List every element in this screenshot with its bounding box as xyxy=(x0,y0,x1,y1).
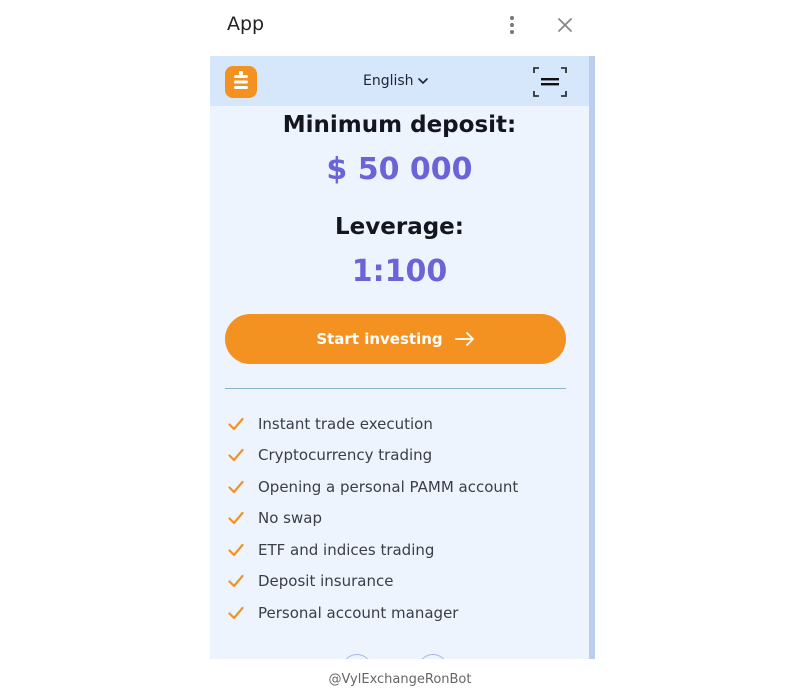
window-title-bar: App xyxy=(210,0,595,56)
check-icon xyxy=(228,417,244,430)
leverage-value: 1:100 xyxy=(351,254,448,289)
feature-text: No swap xyxy=(258,509,322,528)
feature-item: Cryptocurrency trading xyxy=(228,440,518,472)
min-deposit-label: Minimum deposit: xyxy=(282,112,517,138)
feature-item: Deposit insurance xyxy=(228,566,518,598)
feature-item: Instant trade execution xyxy=(228,408,518,440)
check-icon xyxy=(228,543,244,556)
scrollbar[interactable] xyxy=(589,56,595,659)
feature-text: ETF and indices trading xyxy=(258,540,435,559)
arrow-right-icon xyxy=(454,332,474,346)
kebab-menu-icon[interactable] xyxy=(508,14,516,36)
check-icon xyxy=(228,512,244,525)
site-header: English xyxy=(210,56,589,106)
start-investing-button[interactable]: Start investing xyxy=(225,314,566,364)
app-logo-icon[interactable] xyxy=(225,66,257,98)
close-icon[interactable] xyxy=(554,14,576,36)
check-icon xyxy=(228,606,244,619)
leverage-label: Leverage: xyxy=(335,214,464,240)
webview-frame: English Minimum deposit: $ 50 000 Levera… xyxy=(210,56,595,659)
feature-item: ETF and indices trading xyxy=(228,534,518,566)
feature-item: No swap xyxy=(228,503,518,535)
feature-list: Instant trade execution Cryptocurrency t… xyxy=(228,408,518,629)
feature-text: Instant trade execution xyxy=(258,414,433,433)
feature-text: Cryptocurrency trading xyxy=(258,446,433,465)
feature-item: Personal account manager xyxy=(228,597,518,629)
start-investing-label: Start investing xyxy=(316,330,443,348)
divider xyxy=(225,388,566,389)
feature-text: Opening a personal PAMM account xyxy=(258,477,519,496)
scrollbar-thumb[interactable] xyxy=(589,56,595,659)
check-icon xyxy=(228,575,244,588)
window-title: App xyxy=(227,13,265,35)
language-selector[interactable]: English xyxy=(363,73,428,89)
check-icon xyxy=(228,449,244,462)
partial-circle-button[interactable] xyxy=(342,654,372,659)
bot-handle: @VylExchangeRonBot xyxy=(328,672,472,687)
feature-item: Opening a personal PAMM account xyxy=(228,471,518,503)
language-label: English xyxy=(363,73,414,89)
feature-text: Deposit insurance xyxy=(258,572,394,591)
scan-icon[interactable] xyxy=(532,66,568,98)
partial-circle-button[interactable] xyxy=(418,654,448,659)
chevron-down-icon xyxy=(417,78,428,85)
min-deposit-value: $ 50 000 xyxy=(326,152,473,187)
feature-text: Personal account manager xyxy=(258,603,459,622)
check-icon xyxy=(228,480,244,493)
